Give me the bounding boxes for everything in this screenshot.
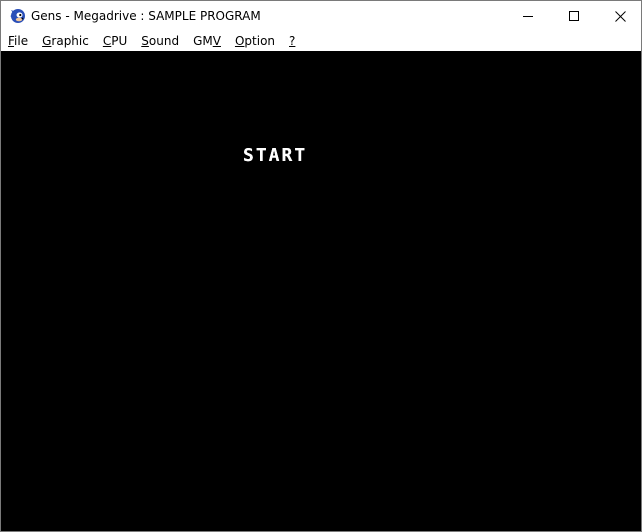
menu-gmv[interactable]: GMV [186, 31, 228, 51]
menu-option-mnemonic: O [234, 34, 245, 48]
maximize-icon [569, 11, 579, 21]
menu-sound-rest: ound [148, 34, 180, 48]
menu-help-mnemonic: ? [289, 34, 296, 48]
emulator-screen[interactable]: START [1, 51, 641, 531]
menu-graphic-rest: raphic [51, 34, 89, 48]
menu-file[interactable]: File [1, 31, 35, 51]
menu-graphic[interactable]: Graphic [35, 31, 96, 51]
menu-gmv-pre: GM [193, 34, 213, 48]
menu-cpu-rest: PU [111, 34, 128, 48]
maximize-button[interactable] [551, 1, 597, 31]
sonic-icon[interactable] [10, 8, 26, 24]
menu-option-rest: ption [244, 34, 276, 48]
menu-bar: File Graphic CPU Sound GMV Option ? [1, 31, 641, 51]
menu-file-rest: ile [14, 34, 29, 48]
close-icon [614, 10, 626, 22]
start-text: START [243, 145, 308, 166]
menu-cpu[interactable]: CPU [96, 31, 134, 51]
menu-graphic-mnemonic: G [42, 34, 52, 48]
menu-help[interactable]: ? [282, 31, 302, 51]
minimize-button[interactable] [505, 1, 551, 31]
menu-sound[interactable]: Sound [134, 31, 186, 51]
title-bar[interactable]: Gens - Megadrive : SAMPLE PROGRAM [1, 1, 641, 31]
menu-option[interactable]: Option [228, 31, 282, 51]
app-window: Gens - Megadrive : SAMPLE PROGRAM File G… [0, 0, 642, 532]
minimize-icon [523, 16, 533, 17]
menu-sound-mnemonic: S [141, 34, 149, 48]
window-title: Gens - Megadrive : SAMPLE PROGRAM [31, 9, 261, 23]
menu-cpu-mnemonic: C [102, 34, 112, 48]
menu-gmv-mnemonic: V [212, 34, 221, 48]
close-button[interactable] [597, 1, 642, 31]
